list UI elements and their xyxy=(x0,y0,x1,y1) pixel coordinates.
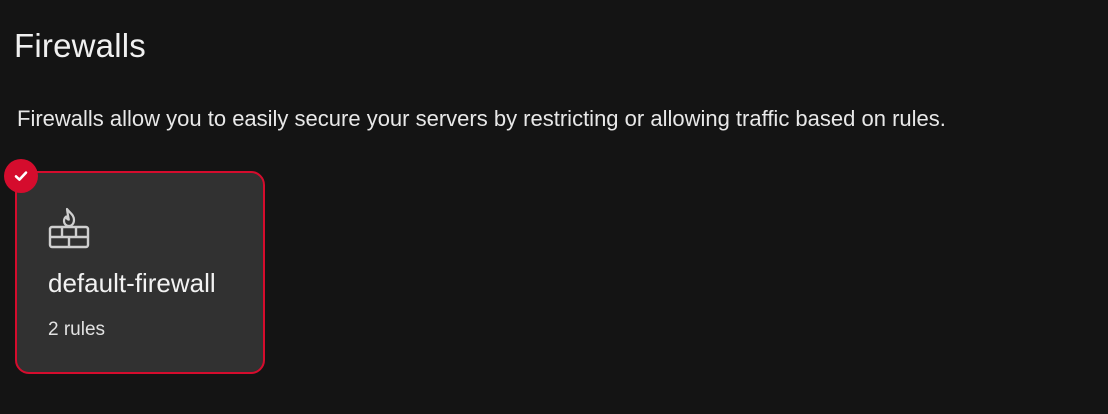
firewall-name: default-firewall xyxy=(48,268,216,298)
firewall-card-default-firewall[interactable]: default-firewall 2 rules xyxy=(15,171,265,374)
firewalls-page: Firewalls Firewalls allow you to easily … xyxy=(0,0,1108,414)
selected-check-icon xyxy=(4,159,38,193)
page-title: Firewalls xyxy=(14,27,146,64)
firewall-rules-count: 2 rules xyxy=(48,319,106,340)
firewall-icon xyxy=(47,206,91,250)
page-description: Firewalls allow you to easily secure you… xyxy=(17,106,946,131)
